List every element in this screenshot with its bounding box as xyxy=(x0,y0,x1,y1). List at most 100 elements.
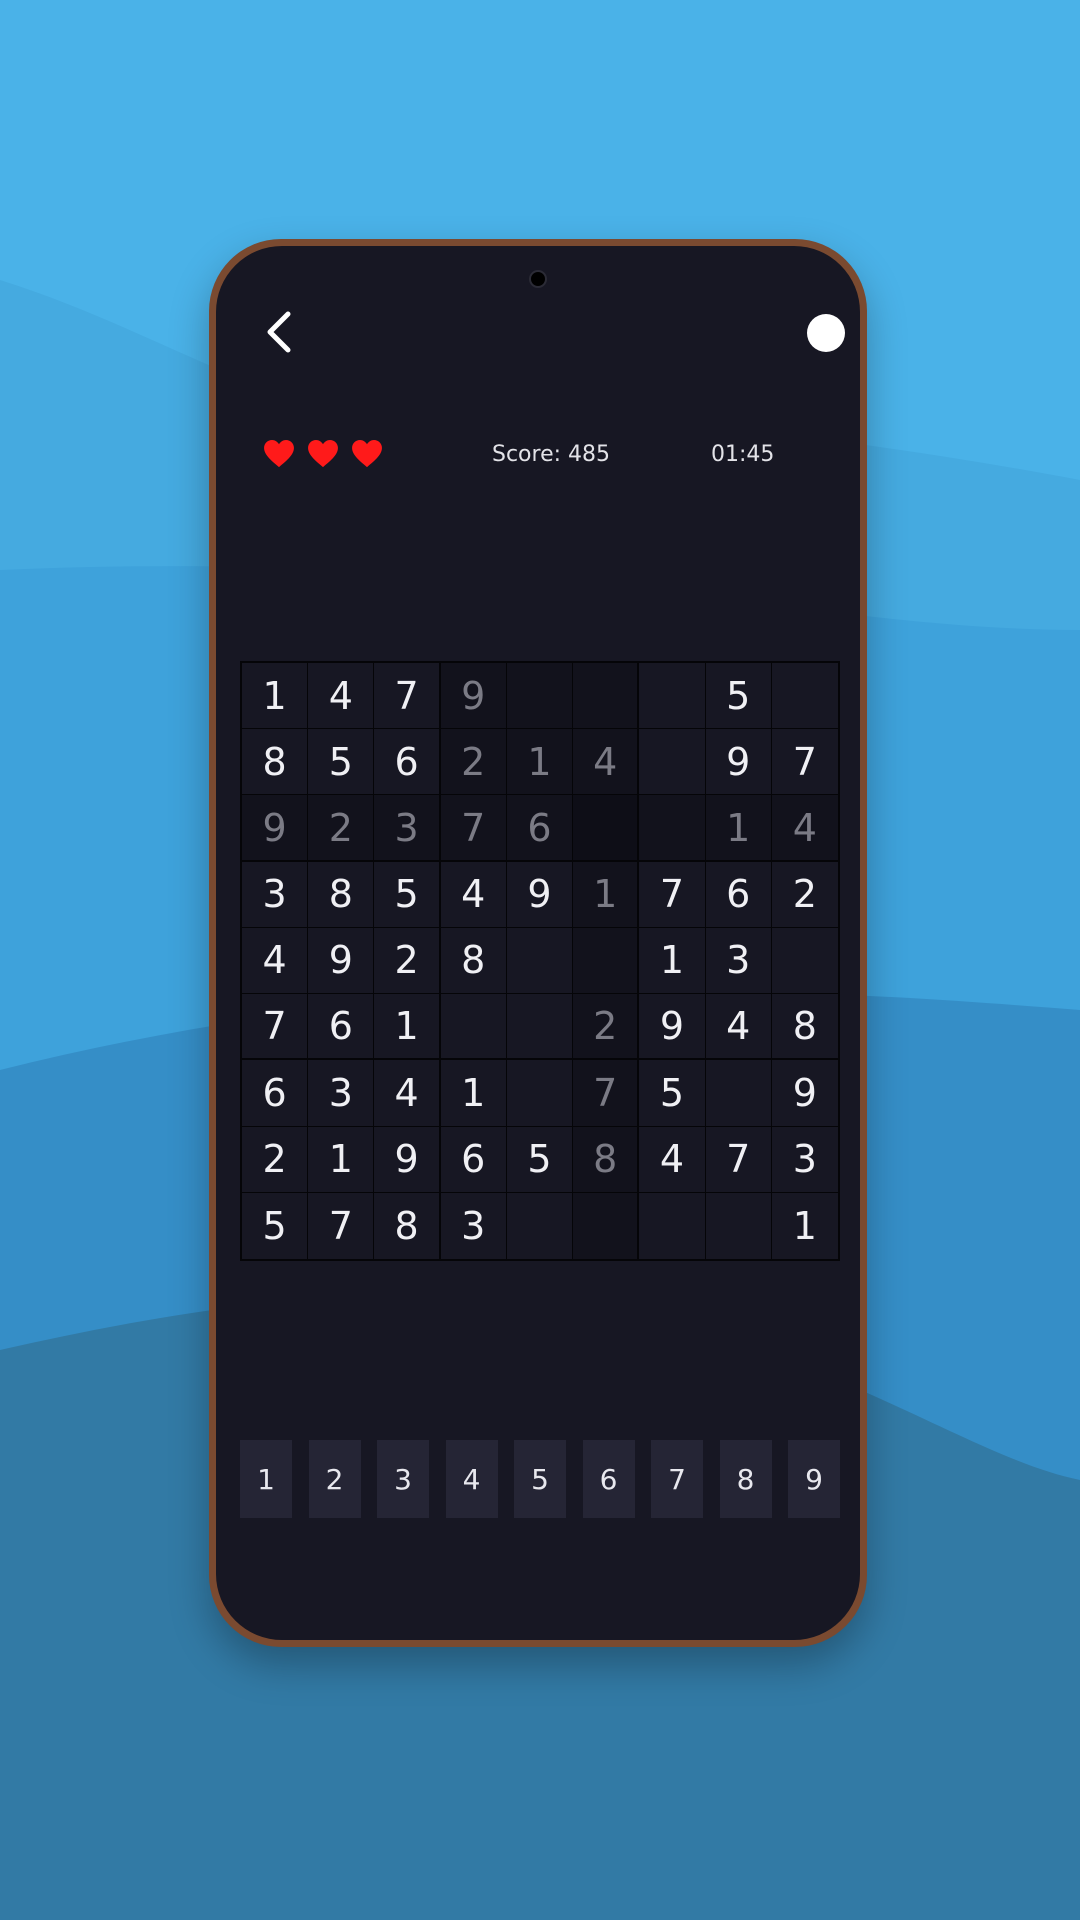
board-cell[interactable] xyxy=(506,994,574,1061)
number-button-5[interactable]: 5 xyxy=(514,1440,566,1518)
number-button-6[interactable]: 6 xyxy=(582,1440,635,1518)
board-cell[interactable] xyxy=(573,927,640,995)
board-cell[interactable]: 9 xyxy=(308,927,375,995)
board-cell[interactable]: 4 xyxy=(440,861,507,928)
game-screen: Score: 485 01:45 14795856214979237614385… xyxy=(216,246,860,1640)
number-button-1[interactable]: 1 xyxy=(240,1440,292,1518)
board-cell[interactable]: 8 xyxy=(440,927,507,995)
board-cell[interactable]: 5 xyxy=(506,1126,574,1193)
board-cell[interactable]: 2 xyxy=(440,729,507,796)
board-cell[interactable]: 1 xyxy=(440,1060,507,1127)
board-cell[interactable] xyxy=(705,1192,772,1259)
number-button-2[interactable]: 2 xyxy=(308,1440,361,1518)
board-cell[interactable]: 9 xyxy=(242,795,309,862)
theme-toggle-button[interactable] xyxy=(807,314,845,352)
board-cell[interactable]: 2 xyxy=(771,861,838,928)
board-cell[interactable] xyxy=(639,729,706,796)
number-button-4[interactable]: 4 xyxy=(445,1440,498,1518)
board-cell[interactable]: 7 xyxy=(374,663,441,730)
front-camera xyxy=(529,270,547,288)
board-cell[interactable]: 3 xyxy=(242,861,309,928)
board-cell[interactable]: 6 xyxy=(242,1060,309,1127)
board-cell[interactable]: 5 xyxy=(374,861,441,928)
phone-frame: Score: 485 01:45 14795856214979237614385… xyxy=(209,239,867,1647)
board-cell[interactable]: 2 xyxy=(374,927,441,995)
board-cell[interactable]: 8 xyxy=(374,1192,441,1259)
board-cell[interactable]: 3 xyxy=(771,1126,838,1193)
board-cell[interactable] xyxy=(506,1060,574,1127)
board-cell[interactable]: 7 xyxy=(573,1060,640,1127)
board-cell[interactable]: 6 xyxy=(374,729,441,796)
board-cell[interactable]: 3 xyxy=(440,1192,507,1259)
board-cell[interactable]: 4 xyxy=(374,1060,441,1127)
board-cell[interactable] xyxy=(705,1060,772,1127)
number-button-9[interactable]: 9 xyxy=(788,1440,840,1518)
board-cell[interactable]: 1 xyxy=(573,861,640,928)
board-cell[interactable]: 1 xyxy=(639,927,706,995)
board-cell[interactable] xyxy=(771,663,838,730)
board-cell[interactable]: 4 xyxy=(308,663,375,730)
board-cell[interactable]: 1 xyxy=(771,1192,838,1259)
board-cell[interactable]: 9 xyxy=(440,663,507,730)
board-cell[interactable]: 1 xyxy=(374,994,441,1061)
board-cell[interactable] xyxy=(506,1192,574,1259)
board-cell[interactable]: 4 xyxy=(573,729,640,796)
board-cell[interactable]: 7 xyxy=(705,1126,772,1193)
board-cell[interactable] xyxy=(440,994,507,1061)
board-cell[interactable]: 7 xyxy=(639,861,706,928)
number-pad: 123456789 xyxy=(240,1440,840,1518)
number-button-7[interactable]: 7 xyxy=(651,1440,703,1518)
board-cell[interactable]: 3 xyxy=(374,795,441,862)
board-cell[interactable]: 7 xyxy=(242,994,309,1061)
board-cell[interactable]: 6 xyxy=(705,861,772,928)
board-cell[interactable]: 1 xyxy=(308,1126,375,1193)
chevron-left-icon xyxy=(267,311,291,353)
board-cell[interactable]: 7 xyxy=(440,795,507,862)
board-cell[interactable]: 4 xyxy=(705,994,772,1061)
board-cell[interactable]: 5 xyxy=(705,663,772,730)
board-cell[interactable]: 7 xyxy=(771,729,838,796)
board-cell[interactable]: 4 xyxy=(771,795,838,862)
board-cell[interactable]: 5 xyxy=(242,1192,309,1259)
board-cell[interactable] xyxy=(573,663,640,730)
board-cell[interactable]: 7 xyxy=(308,1192,375,1259)
board-cell[interactable]: 3 xyxy=(308,1060,375,1127)
board-cell[interactable]: 9 xyxy=(639,994,706,1061)
board-cell[interactable]: 2 xyxy=(573,994,640,1061)
board-cell[interactable]: 9 xyxy=(705,729,772,796)
board-cell[interactable]: 8 xyxy=(771,994,838,1061)
board-cell[interactable]: 6 xyxy=(440,1126,507,1193)
board-cell[interactable]: 5 xyxy=(639,1060,706,1127)
board-cell[interactable] xyxy=(506,927,574,995)
board-cell[interactable]: 9 xyxy=(374,1126,441,1193)
heart-icon xyxy=(264,440,294,468)
board-cell[interactable]: 8 xyxy=(573,1126,640,1193)
board-cell[interactable]: 2 xyxy=(242,1126,309,1193)
board-cell[interactable]: 5 xyxy=(308,729,375,796)
lives-indicator xyxy=(264,440,382,468)
board-cell[interactable] xyxy=(573,795,640,862)
board-cell[interactable]: 4 xyxy=(639,1126,706,1193)
board-cell[interactable]: 8 xyxy=(308,861,375,928)
board-cell[interactable] xyxy=(639,1192,706,1259)
board-cell[interactable]: 8 xyxy=(242,729,309,796)
board-cell[interactable] xyxy=(506,663,574,730)
board-cell[interactable]: 1 xyxy=(705,795,772,862)
number-button-8[interactable]: 8 xyxy=(719,1440,772,1518)
board-cell[interactable]: 3 xyxy=(705,927,772,995)
board-cell[interactable]: 1 xyxy=(242,663,309,730)
board-cell[interactable]: 2 xyxy=(308,795,375,862)
board-cell[interactable]: 1 xyxy=(506,729,574,796)
board-cell[interactable] xyxy=(639,795,706,862)
board-cell[interactable]: 4 xyxy=(242,927,309,995)
back-button[interactable] xyxy=(260,306,300,358)
board-cell[interactable]: 9 xyxy=(771,1060,838,1127)
sudoku-board: 1479585621497923761438549176249281376129… xyxy=(240,661,840,1261)
board-cell[interactable] xyxy=(573,1192,640,1259)
board-cell[interactable]: 6 xyxy=(506,795,574,862)
board-cell[interactable]: 6 xyxy=(308,994,375,1061)
board-cell[interactable] xyxy=(639,663,706,730)
number-button-3[interactable]: 3 xyxy=(377,1440,429,1518)
board-cell[interactable]: 9 xyxy=(506,861,574,928)
board-cell[interactable] xyxy=(771,927,838,995)
